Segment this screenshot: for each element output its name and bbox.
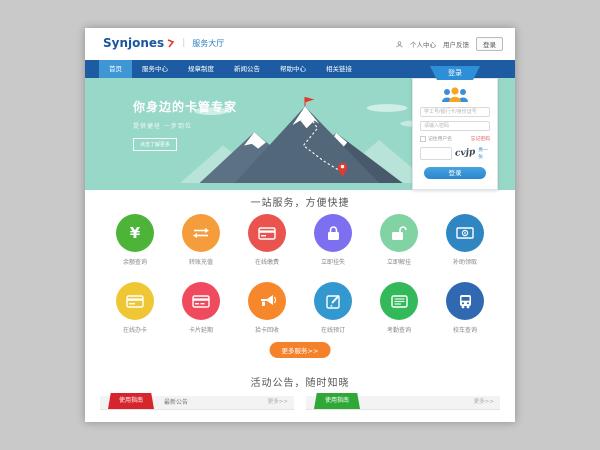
logo-suffix: 服务大厅 xyxy=(192,38,224,49)
service-item-card-extension[interactable]: 卡片延期 xyxy=(168,282,234,334)
logo-text: Synjones xyxy=(103,36,164,50)
banknote-icon xyxy=(446,214,484,252)
service-item-online-booking[interactable]: 在线预订 xyxy=(300,282,366,334)
service-item-report-loss[interactable]: 立即挂失 xyxy=(300,214,366,266)
nav-item-service-center[interactable]: 服务中心 xyxy=(132,60,178,78)
password-input[interactable] xyxy=(420,121,490,131)
header-right: 个人中心 用户反馈 登录 xyxy=(396,37,503,51)
top-header: Synjones | 服务大厅 个人中心 用户反馈 登录 xyxy=(85,28,515,61)
services-row-1: ¥ 余额查询 转账充值 在线缴费 立即挂失 立即解挂 xyxy=(102,214,498,266)
service-item-subsidy[interactable]: 补助领取 xyxy=(432,214,498,266)
service-label: 校车查询 xyxy=(432,325,498,334)
lock-closed-icon xyxy=(314,214,352,252)
service-item-balance[interactable]: ¥ 余额查询 xyxy=(102,214,168,266)
more-services-button[interactable]: 更多服务>> xyxy=(270,342,331,358)
login-tab[interactable]: 登录 xyxy=(430,66,480,80)
service-item-unlock[interactable]: 立即解挂 xyxy=(366,214,432,266)
remember-label: 记住用户名 xyxy=(428,135,452,142)
remember-row: 记住用户名 忘记密码 xyxy=(420,135,490,142)
logo[interactable]: Synjones | 服务大厅 xyxy=(103,36,224,50)
card-icon xyxy=(116,282,154,320)
announcements-title: 活动公告，随时知晓 xyxy=(85,374,515,389)
left-active-tab[interactable]: 使用指南 xyxy=(108,393,154,409)
yen-icon: ¥ xyxy=(116,214,154,252)
service-label: 转账充值 xyxy=(168,257,234,266)
bus-icon xyxy=(446,282,484,320)
captcha-input[interactable] xyxy=(420,147,452,160)
megaphone-icon xyxy=(248,282,286,320)
page-container: Synjones | 服务大厅 个人中心 用户反馈 登录 首页 服务中心 规章制… xyxy=(85,28,515,422)
right-more-link[interactable]: 更多>> xyxy=(474,396,494,409)
users-group-icon xyxy=(440,87,470,103)
captcha-row: cvjp 换一张 xyxy=(420,146,490,160)
service-item-online-payment[interactable]: 在线缴费 xyxy=(234,214,300,266)
right-active-tab[interactable]: 使用指南 xyxy=(314,393,360,409)
personal-center-link[interactable]: 个人中心 xyxy=(410,39,436,49)
service-item-transfer[interactable]: 转账充值 xyxy=(168,214,234,266)
header-login-button[interactable]: 登录 xyxy=(476,37,503,51)
remember-checkbox[interactable] xyxy=(420,136,426,142)
service-item-card-recovery[interactable]: 拾卡回收 xyxy=(234,282,300,334)
user-icon xyxy=(396,41,403,48)
login-submit-button[interactable]: 登录 xyxy=(424,167,486,179)
services-title: 一站服务，方便快捷 xyxy=(85,194,515,209)
nav-item-news[interactable]: 新闻公告 xyxy=(224,60,270,78)
service-item-school-bus[interactable]: 校车查询 xyxy=(432,282,498,334)
left-more-link[interactable]: 更多>> xyxy=(268,396,288,409)
logo-divider: | xyxy=(182,38,185,48)
nav-item-help-center[interactable]: 帮助中心 xyxy=(270,60,316,78)
forgot-password-link[interactable]: 忘记密码 xyxy=(471,135,490,142)
edit-pen-icon xyxy=(314,282,352,320)
service-label: 补助领取 xyxy=(432,257,498,266)
hero-copy: 你身边的卡管专家 提供捷径 一步到位 点击了解更多 xyxy=(133,98,237,151)
left-secondary-tab[interactable]: 最新公告 xyxy=(164,396,188,409)
user-feedback-link[interactable]: 用户反馈 xyxy=(443,39,469,49)
service-label: 考勤查询 xyxy=(366,325,432,334)
logo-lightning-icon xyxy=(167,39,175,48)
lock-open-icon xyxy=(380,214,418,252)
nav-item-home[interactable]: 首页 xyxy=(99,60,132,78)
change-captcha-link[interactable]: 换一张 xyxy=(478,146,490,160)
service-label: 立即解挂 xyxy=(366,257,432,266)
service-item-attendance[interactable]: 考勤查询 xyxy=(366,282,432,334)
login-panel: 登录 记住用户名 忘记密码 cvjp 换一张 登录 xyxy=(412,78,498,190)
service-label: 立即挂失 xyxy=(300,257,366,266)
hero-subtitle: 提供捷径 一步到位 xyxy=(133,121,237,130)
attendance-card-icon xyxy=(380,282,418,320)
service-item-online-card[interactable]: 在线办卡 xyxy=(102,282,168,334)
username-input[interactable] xyxy=(420,107,490,117)
services-row-2: 在线办卡 卡片延期 拾卡回收 在线预订 考勤查询 xyxy=(102,282,498,334)
hero-cta-button[interactable]: 点击了解更多 xyxy=(133,138,177,151)
credit-card-icon xyxy=(248,214,286,252)
hero-title: 你身边的卡管专家 xyxy=(133,98,237,115)
service-label: 在线办卡 xyxy=(102,325,168,334)
service-label: 拾卡回收 xyxy=(234,325,300,334)
nav-item-regulations[interactable]: 规章制度 xyxy=(178,60,224,78)
card-icon xyxy=(182,282,220,320)
service-label: 在线缴费 xyxy=(234,257,300,266)
nav-item-links[interactable]: 相关链接 xyxy=(316,60,362,78)
announcement-panels: 使用指南 最新公告 更多>> 使用指南 更多>> xyxy=(100,396,500,410)
service-label: 余额查询 xyxy=(102,257,168,266)
transfer-arrows-icon xyxy=(182,214,220,252)
captcha-image[interactable]: cvjp xyxy=(455,147,476,158)
announcement-panel-left: 使用指南 最新公告 更多>> xyxy=(100,396,294,410)
announcement-panel-right: 使用指南 更多>> xyxy=(306,396,500,410)
service-label: 卡片延期 xyxy=(168,325,234,334)
service-label: 在线预订 xyxy=(300,325,366,334)
